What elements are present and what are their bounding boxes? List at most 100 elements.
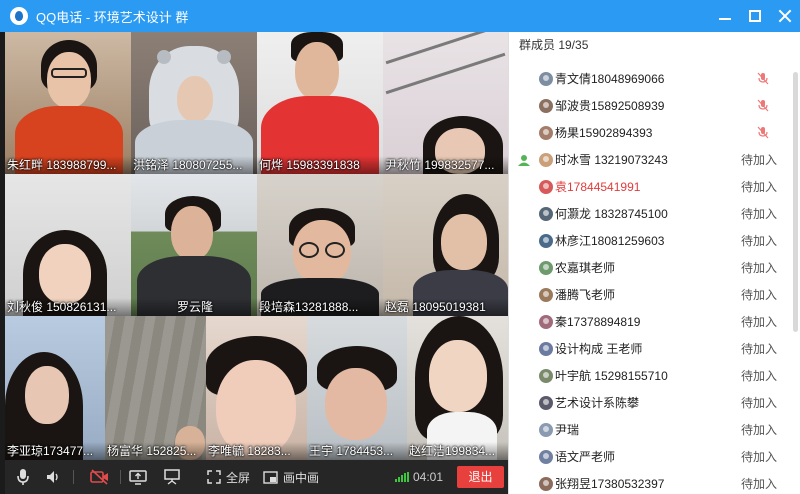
member-status: 待加入: [741, 153, 778, 167]
mic-muted-icon: [757, 99, 769, 115]
participant-name: 罗云隆: [131, 298, 257, 316]
microphone-icon[interactable]: [16, 460, 30, 494]
participant-name: 杨富华 152825...: [105, 442, 206, 460]
minimize-icon[interactable]: [718, 9, 732, 23]
member-status: 待加入: [741, 180, 778, 194]
member-status: 待加入: [741, 261, 778, 275]
fullscreen-icon: [207, 470, 221, 484]
member-row[interactable]: 何灏龙 18328745100 待加入: [509, 200, 789, 227]
member-status: 待加入: [741, 342, 778, 356]
member-add-icon: [509, 154, 539, 166]
window-controls: [718, 0, 792, 32]
member-name: 农嘉琪老师: [555, 261, 616, 275]
member-name: 尹瑞: [555, 423, 580, 437]
member-row[interactable]: 林彦江18081259603 待加入: [509, 227, 789, 254]
member-status: 待加入: [741, 234, 778, 248]
title-bar: QQ电话 - 环境艺术设计 群: [0, 0, 800, 32]
avatar: [539, 233, 553, 248]
member-row[interactable]: 语文严老师 待加入: [509, 443, 789, 470]
avatar: [539, 476, 553, 491]
member-status: 待加入: [741, 423, 778, 437]
member-row[interactable]: 艺术设计系陈攀 待加入: [509, 389, 789, 416]
participant-name: 赵磊 18095019381: [383, 298, 508, 316]
member-row[interactable]: 青文倩18048969066: [509, 65, 789, 92]
member-row[interactable]: 设计构成 王老师 待加入: [509, 335, 789, 362]
video-tile[interactable]: 李唯毓 18283...: [206, 316, 307, 460]
member-name: 潘腾飞老师: [555, 288, 616, 302]
mic-muted-icon: [757, 72, 769, 88]
video-tile[interactable]: 王宇 1784453...: [307, 316, 407, 460]
video-tile[interactable]: 赵红洁199834...: [407, 316, 508, 460]
avatar: [539, 395, 553, 410]
member-status: 待加入: [741, 396, 778, 410]
mic-muted-icon: [757, 126, 769, 142]
member-status: 待加入: [741, 315, 778, 329]
member-name: 秦17378894819: [555, 315, 641, 329]
member-row[interactable]: 时冰雪 13219073243 待加入: [509, 146, 789, 173]
participant-name: 李唯毓 18283...: [206, 442, 307, 460]
participant-name: 朱红畔 183988799...: [5, 156, 131, 174]
member-name: 艺术设计系陈攀: [555, 396, 640, 410]
member-name: 邹波贵15892508939: [555, 99, 665, 113]
camera-off-icon[interactable]: [90, 460, 110, 494]
member-name: 袁17844541991: [555, 180, 641, 194]
avatar: [539, 179, 553, 194]
member-name: 何灏龙 18328745100: [555, 207, 668, 221]
video-tile[interactable]: 洪铭泽 180807255...: [131, 32, 257, 174]
video-tile[interactable]: 段培森13281888...: [257, 174, 383, 316]
video-tile[interactable]: 尹秋竹 199832577...: [383, 32, 508, 174]
member-status: 待加入: [741, 450, 778, 464]
member-name: 叶宇航 15298155710: [555, 369, 668, 383]
avatar: [539, 152, 553, 167]
participant-name: 何烨 15983391838: [257, 156, 383, 174]
presenter-icon[interactable]: [163, 460, 181, 494]
member-row[interactable]: 袁17844541991 待加入: [509, 173, 789, 200]
video-tile[interactable]: 何烨 15983391838: [257, 32, 383, 174]
member-row[interactable]: 邹波贵15892508939: [509, 92, 789, 119]
video-tile[interactable]: 罗云隆: [131, 174, 257, 316]
video-tile[interactable]: 赵磊 18095019381: [383, 174, 508, 316]
speaker-icon[interactable]: [45, 460, 61, 494]
member-row[interactable]: 尹瑞 待加入: [509, 416, 789, 443]
member-status: 待加入: [741, 207, 778, 221]
signal-strength-icon: [395, 472, 409, 482]
participant-name: 赵红洁199834...: [407, 442, 508, 460]
fullscreen-button[interactable]: 全屏: [207, 460, 250, 494]
picture-in-picture-button[interactable]: 画中画: [263, 460, 319, 494]
participant-name: 李亚琼173477...: [5, 442, 105, 460]
member-row[interactable]: 农嘉琪老师 待加入: [509, 254, 789, 281]
video-tile[interactable]: 朱红畔 183988799...: [5, 32, 131, 174]
member-row[interactable]: 叶宇航 15298155710 待加入: [509, 362, 789, 389]
video-grid: 朱红畔 183988799... 洪铭泽 180807255... 何烨 159…: [5, 32, 508, 460]
member-name: 张翔昱17380532397: [555, 477, 665, 491]
screen-share-icon[interactable]: [129, 460, 147, 494]
video-tile[interactable]: 李亚琼173477...: [5, 316, 105, 460]
avatar: [539, 314, 553, 329]
member-row[interactable]: 潘腾飞老师 待加入: [509, 281, 789, 308]
call-toolbar: 全屏 画中画 04:01 退出: [5, 460, 508, 494]
avatar: [539, 125, 553, 140]
member-row[interactable]: 杨果15902894393: [509, 119, 789, 146]
close-icon[interactable]: [778, 9, 792, 23]
call-timer: 04:01: [395, 460, 443, 494]
maximize-icon[interactable]: [748, 9, 762, 23]
video-tile[interactable]: 杨富华 152825...: [105, 316, 206, 460]
avatar: [539, 449, 553, 464]
avatar: [539, 287, 553, 302]
member-status: 待加入: [741, 288, 778, 302]
picture-in-picture-label: 画中画: [283, 470, 320, 485]
member-row[interactable]: 秦17378894819 待加入: [509, 308, 789, 335]
toolbar-divider: [73, 470, 74, 484]
member-name: 青文倩18048969066: [555, 72, 665, 86]
avatar: [539, 341, 553, 356]
exit-call-button[interactable]: 退出: [457, 466, 504, 488]
toolbar-divider: [120, 470, 121, 484]
member-row[interactable]: 张翔昱17380532397 待加入: [509, 470, 789, 494]
member-status: 待加入: [741, 477, 778, 491]
avatar: [539, 260, 553, 275]
picture-in-picture-icon: [263, 470, 278, 484]
video-tile[interactable]: 刘秋俊 150826131...: [5, 174, 131, 316]
qq-call-logo-icon: [10, 7, 28, 25]
member-list-scrollbar[interactable]: [793, 72, 798, 332]
avatar: [539, 98, 553, 113]
